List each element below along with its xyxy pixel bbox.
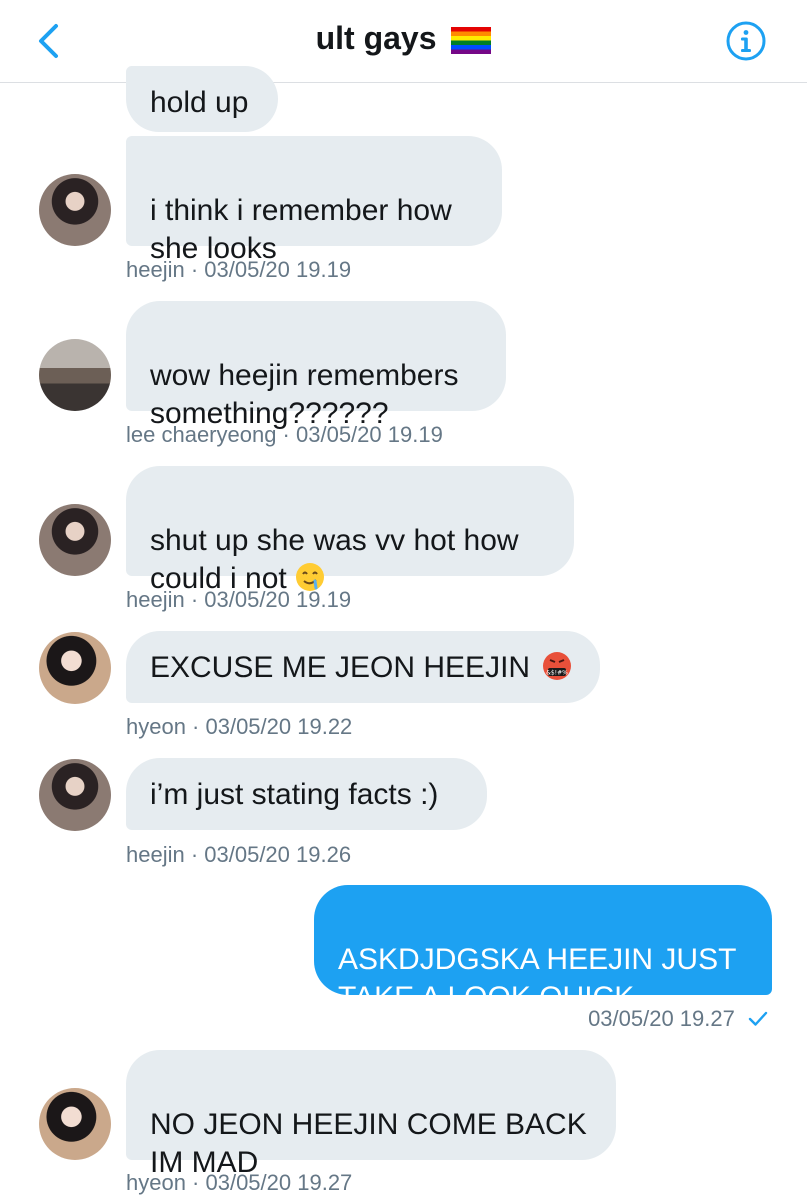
message-meta: heejin · 03/05/20 19.19: [126, 257, 352, 282]
svg-text:&$!#%: &$!#%: [546, 670, 568, 677]
checkmark-icon: [748, 1011, 768, 1026]
message-bubble[interactable]: NO JEON HEEJIN COME BACK IM MAD: [126, 1050, 616, 1179]
message-text: wow heejin remembers something??????: [150, 359, 459, 430]
message-meta: hyeon · 03/05/20 19.22: [126, 714, 353, 739]
message-timestamp: 03/05/20 19.27: [588, 1006, 735, 1031]
info-icon: [726, 21, 766, 61]
message-bubble[interactable]: i think i remember how she looks: [126, 136, 502, 265]
message-text: shut up she was vv hot how could i not: [150, 524, 519, 595]
message-bubble[interactable]: EXCUSE ME JEON HEEJIN &$!#%: [126, 631, 600, 703]
message-meta: heejin · 03/05/20 19.19: [126, 587, 352, 612]
avatar[interactable]: [39, 632, 111, 704]
message-text: EXCUSE ME JEON HEEJIN: [150, 651, 531, 684]
message-meta: heejin · 03/05/20 19.26: [126, 842, 352, 867]
message-bubble-sent[interactable]: ASKDJDGSKA HEEJIN JUST TAKE A LOOK QUICK: [314, 885, 772, 1014]
avatar[interactable]: [39, 174, 111, 246]
avatar[interactable]: [39, 759, 111, 831]
message-meta: 03/05/20 19.27: [588, 1006, 769, 1032]
message-bubble[interactable]: wow heejin remembers something??????: [126, 301, 506, 430]
message-text: hold up: [150, 86, 249, 119]
conversation-info-button[interactable]: [725, 20, 767, 62]
conversation-header: ult gays: [0, 0, 807, 83]
avatar[interactable]: [39, 339, 111, 411]
avatar[interactable]: [39, 1088, 111, 1160]
message-text: NO JEON HEEJIN COME BACK IM MAD: [150, 1108, 587, 1179]
avatar[interactable]: [39, 504, 111, 576]
rainbow-flag-icon: [451, 27, 492, 55]
message-meta: lee chaeryeong · 03/05/20 19.19: [126, 422, 443, 447]
cursing-face-icon: &$!#%: [543, 652, 572, 680]
title-text: ult gays: [315, 20, 437, 56]
conversation-title: ult gays: [0, 20, 807, 57]
message-text: i’m just stating facts :): [150, 778, 439, 811]
message-text: ASKDJDGSKA HEEJIN JUST TAKE A LOOK QUICK: [338, 943, 737, 1014]
message-bubble[interactable]: hold up: [126, 66, 278, 132]
message-text: i think i remember how she looks: [150, 194, 452, 265]
message-bubble[interactable]: i’m just stating facts :): [126, 758, 487, 830]
message-meta: hyeon · 03/05/20 19.27: [126, 1170, 353, 1195]
message-bubble[interactable]: shut up she was vv hot how could i not: [126, 466, 574, 595]
